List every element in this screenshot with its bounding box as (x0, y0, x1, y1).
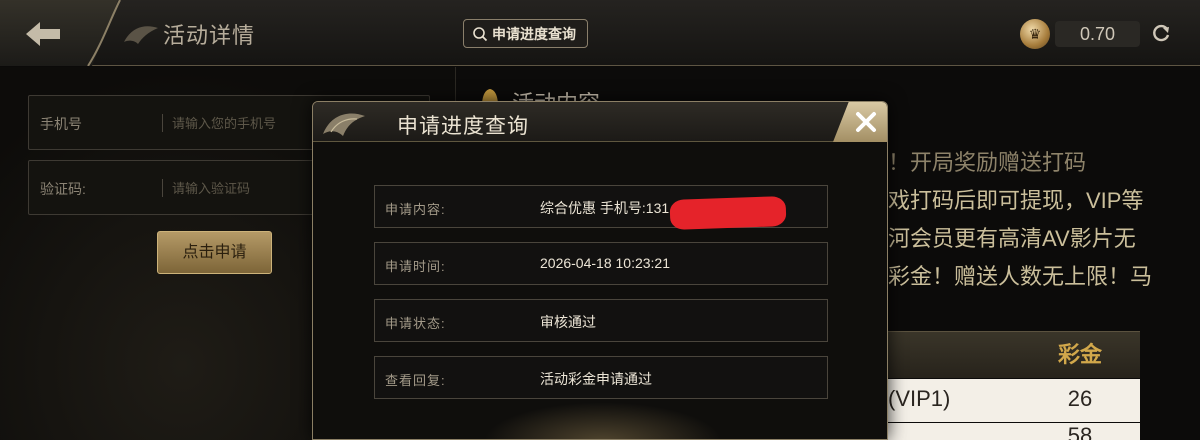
table-row-label: (VIP1) (888, 386, 951, 411)
info-value: 活动彩金申请通过 (540, 371, 652, 387)
info-label: 申请时间: (385, 259, 446, 274)
info-row-time: 申请时间: 2026-04-18 10:23:21 (374, 242, 828, 285)
redaction-mark (669, 195, 787, 231)
progress-query-label: 申请进度查询 (492, 25, 576, 42)
info-label: 查看回复: (385, 373, 446, 388)
page-title: 活动详情 (163, 23, 256, 48)
table-row-value: 26 (1067, 386, 1093, 411)
dialog-title: 申请进度查询 (397, 115, 529, 138)
wing-ornament-icon (323, 113, 365, 136)
balance-display: 0.70 (1055, 21, 1140, 47)
field-separator (162, 114, 163, 132)
dialog-header: 申请进度查询 (313, 102, 887, 142)
info-value: 2026-04-18 10:23:21 (540, 255, 670, 271)
close-icon[interactable] (853, 109, 879, 135)
info-row-reply: 查看回复: 活动彩金申请通过 (374, 356, 828, 399)
dialog-bottom-glow (483, 402, 723, 439)
info-value: 综合优惠 手机号:131 (540, 200, 670, 216)
content-text-line: 河会员更有高清AV影片无 (888, 226, 1136, 251)
field-separator (162, 179, 163, 197)
phone-label: 手机号 (40, 116, 82, 132)
info-value: 审核通过 (540, 314, 596, 330)
table-row-value: 58 (1067, 423, 1093, 440)
info-row-status: 申请状态: 审核通过 (374, 299, 828, 342)
code-label: 验证码: (40, 181, 86, 197)
progress-query-dialog: 申请进度查询 申请内容: 综合优惠 手机号:131 申请时间: 2026-04-… (312, 101, 888, 440)
reward-column-header: 彩金 (1057, 342, 1102, 367)
content-text-line: 彩金！赠送人数无上限！马 (888, 264, 1153, 289)
top-bar: 活动详情 申请进度查询 ♛ 0.70 (0, 0, 1200, 66)
apply-button[interactable]: 点击申请 (157, 231, 272, 274)
back-arrow-icon[interactable] (22, 18, 66, 50)
content-text-line: ！开局奖励赠送打码 (888, 150, 1087, 175)
crown-coin-icon: ♛ (1020, 19, 1050, 49)
wing-ornament-icon (124, 26, 158, 44)
search-icon (473, 26, 488, 41)
info-label: 申请状态: (385, 316, 446, 331)
refresh-icon[interactable] (1150, 22, 1172, 44)
progress-query-button[interactable]: 申请进度查询 (463, 19, 588, 48)
content-text-line: 戏打码后即可提现，VIP等 (888, 188, 1144, 213)
info-label: 申请内容: (385, 202, 446, 217)
